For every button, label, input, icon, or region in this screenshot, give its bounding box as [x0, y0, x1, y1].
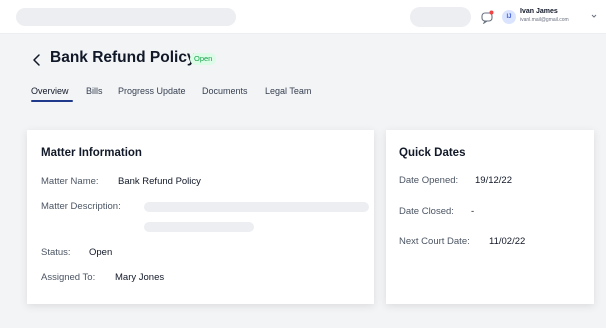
quick-dates-title: Quick Dates: [399, 147, 466, 159]
search-bar[interactable]: [16, 8, 236, 26]
next-court-date-value: 11/02/22: [489, 236, 526, 247]
assigned-to-value: Mary Jones: [115, 272, 165, 283]
status-value: Open: [89, 247, 113, 258]
date-closed-value: -: [471, 206, 475, 217]
action-button[interactable]: [410, 7, 471, 27]
top-bar: IJ Ivan James ivanl.mail@gmail.com: [0, 0, 606, 34]
date-opened-value: 19/12/22: [475, 175, 512, 186]
quick-dates-card: Quick Dates Date Opened: 19/12/22 Date C…: [386, 130, 594, 304]
assigned-to-label: Assigned To:: [41, 272, 96, 283]
matter-name-label: Matter Name:: [41, 176, 99, 187]
date-opened-label: Date Opened:: [399, 175, 459, 186]
user-name: Ivan James: [520, 8, 558, 15]
avatar[interactable]: IJ: [502, 10, 516, 24]
matter-information-card: Matter Information Matter Name: Bank Ref…: [27, 130, 374, 304]
date-closed-label: Date Closed:: [399, 206, 454, 217]
description-placeholder-line: [144, 222, 254, 232]
description-placeholder-line: [144, 202, 369, 212]
chevron-down-icon[interactable]: [589, 11, 599, 21]
matter-information-title: Matter Information: [41, 147, 142, 159]
back-chevron-icon[interactable]: [31, 53, 43, 67]
notification-icon[interactable]: [480, 10, 494, 24]
page-title: Bank Refund Policy: [50, 49, 196, 66]
tab-bills[interactable]: Bills: [86, 86, 103, 96]
user-email: ivanl.mail@gmail.com: [520, 17, 569, 23]
status-badge: Open: [190, 53, 217, 65]
tab-legal-team[interactable]: Legal Team: [265, 86, 311, 96]
matter-description-label: Matter Description:: [41, 201, 121, 212]
matter-name-value: Bank Refund Policy: [118, 176, 201, 187]
active-tab-indicator: [31, 100, 73, 102]
next-court-date-label: Next Court Date:: [399, 236, 470, 247]
tab-overview[interactable]: Overview: [31, 86, 69, 96]
tab-documents[interactable]: Documents: [202, 86, 248, 96]
status-label: Status:: [41, 247, 71, 258]
tab-progress-update[interactable]: Progress Update: [118, 86, 186, 96]
